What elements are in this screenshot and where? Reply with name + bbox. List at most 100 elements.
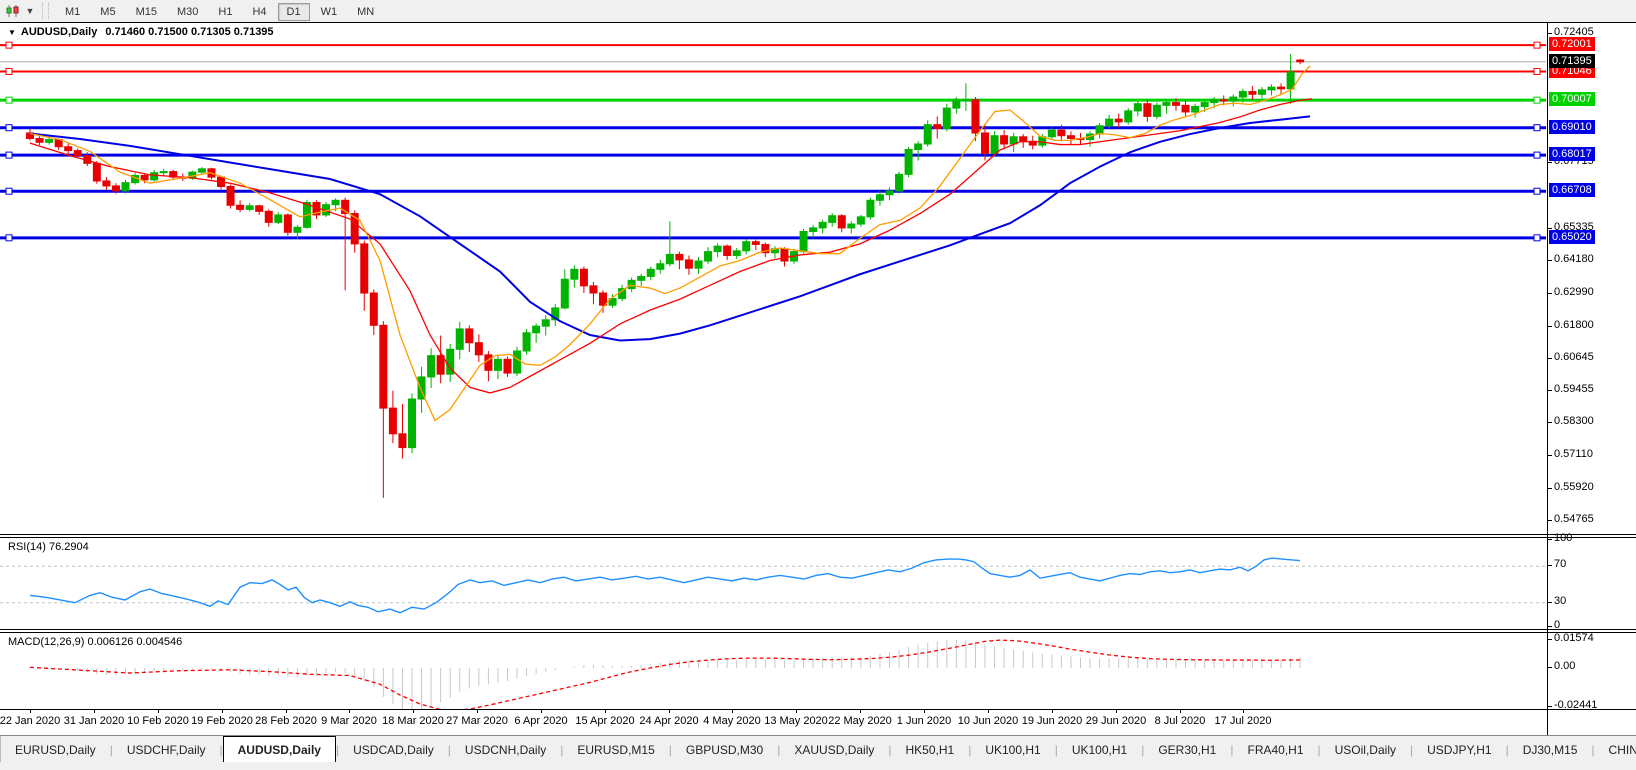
- chart-tab-uk100-h1[interactable]: UK100,H1: [971, 736, 1054, 763]
- candle-body: [1058, 130, 1065, 136]
- date-label: 13 May 2020: [764, 715, 828, 727]
- chart-tab-bar: EURUSD,Daily|USDCHF,Daily|AUDUSD,Daily|U…: [0, 735, 1636, 763]
- candle-body: [1106, 119, 1113, 126]
- candle-body: [533, 326, 540, 333]
- date-axis[interactable]: 22 Jan 202031 Jan 202010 Feb 202019 Feb …: [0, 710, 1636, 735]
- chart-tab-usdcnh-daily[interactable]: USDCNH,Daily: [451, 736, 560, 763]
- mid-ma-line: [30, 99, 1312, 393]
- candle-body: [685, 260, 692, 268]
- chart-tab-usdcad-daily[interactable]: USDCAD,Daily: [339, 736, 448, 763]
- symbol-dropdown-icon[interactable]: ▼: [8, 28, 16, 37]
- chart-tab-audusd-daily[interactable]: AUDUSD,Daily: [223, 736, 336, 763]
- date-tick: [1243, 710, 1244, 713]
- candle-body: [46, 140, 53, 143]
- candle-body: [380, 325, 387, 408]
- candle-body: [246, 206, 253, 210]
- chart-type-dropdown-icon[interactable]: ▼: [24, 6, 36, 16]
- chart-tab-gbpusd-m30[interactable]: GBPUSD,M30: [672, 736, 777, 763]
- timeframe-button-mn[interactable]: MN: [348, 3, 383, 21]
- chart-tab-uk100-h1[interactable]: UK100,H1: [1058, 736, 1141, 763]
- line-handle[interactable]: [1534, 235, 1540, 241]
- candle-body: [590, 286, 597, 293]
- candle-body: [1268, 87, 1275, 90]
- line-handle[interactable]: [1534, 97, 1540, 103]
- candle-body: [1173, 103, 1180, 106]
- candle-body: [1297, 60, 1304, 62]
- candle-body: [542, 320, 549, 326]
- line-handle[interactable]: [6, 97, 12, 103]
- candle-body: [657, 264, 664, 270]
- chart-tab-dj30-m15[interactable]: DJ30,M15: [1509, 736, 1592, 763]
- line-handle[interactable]: [6, 235, 12, 241]
- date-tick: [158, 710, 159, 713]
- line-handle[interactable]: [1534, 42, 1540, 48]
- chart-tab-xauusd-daily[interactable]: XAUUSD,Daily: [780, 736, 888, 763]
- date-tick: [477, 710, 478, 713]
- chart-symbol: AUDUSD,Daily: [21, 26, 97, 38]
- candle-body: [466, 329, 473, 343]
- rsi-chart[interactable]: [0, 538, 1546, 629]
- candle-body: [638, 276, 645, 280]
- timeframe-button-d1[interactable]: D1: [278, 3, 310, 21]
- timeframe-button-h1[interactable]: H1: [209, 3, 241, 21]
- date-tick: [924, 710, 925, 713]
- candle-body: [1258, 90, 1265, 94]
- chart-tab-eurusd-m15[interactable]: EURUSD,M15: [563, 736, 668, 763]
- macd-chart[interactable]: [0, 633, 1546, 709]
- date-tick: [1052, 710, 1053, 713]
- candle-body: [256, 206, 263, 212]
- timeframe-button-h4[interactable]: H4: [243, 3, 275, 21]
- candle-body: [103, 181, 110, 186]
- candle-body: [160, 172, 167, 173]
- chart-tab-china300-h4[interactable]: CHINA300,H4: [1595, 736, 1636, 763]
- candle-body: [600, 293, 607, 305]
- chart-tab-usoil-daily[interactable]: USOil,Daily: [1321, 736, 1410, 763]
- timeframe-button-w1[interactable]: W1: [312, 3, 347, 21]
- line-handle[interactable]: [1534, 152, 1540, 158]
- timeframe-buttons: M1M5M15M30H1H4D1W1MN: [55, 2, 384, 21]
- chart-tab-eurusd-daily[interactable]: EURUSD,Daily: [1, 736, 110, 763]
- line-handle[interactable]: [1534, 188, 1540, 194]
- price-chart-pane[interactable]: ▼AUDUSD,Daily0.71460 0.71500 0.71305 0.7…: [0, 22, 1636, 535]
- candle-body: [953, 100, 960, 108]
- line-handle[interactable]: [6, 69, 12, 75]
- candle-body: [265, 211, 272, 222]
- chart-tab-usdchf-daily[interactable]: USDCHF,Daily: [113, 736, 220, 763]
- line-handle[interactable]: [6, 188, 12, 194]
- chart-type-icon[interactable]: [2, 2, 24, 20]
- date-label: 1 Jun 2020: [897, 715, 951, 727]
- candle-body: [1020, 137, 1027, 141]
- macd-pane[interactable]: MACD(12,26,9) 0.006126 0.004546: [0, 632, 1636, 710]
- candle-body: [867, 200, 874, 217]
- timeframe-button-m15[interactable]: M15: [127, 3, 166, 21]
- toolbar-grip[interactable]: [42, 3, 49, 19]
- chart-tab-hk50-h1[interactable]: HK50,H1: [892, 736, 969, 763]
- rsi-pane[interactable]: RSI(14) 76.2904: [0, 537, 1636, 630]
- date-label: 19 Jun 2020: [1022, 715, 1083, 727]
- candle-body: [112, 186, 119, 191]
- candle-body: [695, 261, 702, 268]
- line-handle[interactable]: [6, 42, 12, 48]
- candle-body: [494, 359, 501, 370]
- candle-body: [838, 216, 845, 228]
- candle-body: [284, 215, 291, 232]
- macd-signal-line: [30, 640, 1302, 709]
- line-handle[interactable]: [1534, 125, 1540, 131]
- line-handle[interactable]: [6, 152, 12, 158]
- chart-tab-fra40-h1[interactable]: FRA40,H1: [1233, 736, 1317, 763]
- timeframe-button-m1[interactable]: M1: [56, 3, 89, 21]
- candle-body: [934, 125, 941, 129]
- candlestick-chart[interactable]: [0, 23, 1546, 534]
- chart-tab-usdjpy-h1[interactable]: USDJPY,H1: [1413, 736, 1505, 763]
- chart-tab-ger30-h1[interactable]: GER30,H1: [1144, 736, 1230, 763]
- candle-body: [876, 195, 883, 201]
- timeframe-button-m30[interactable]: M30: [168, 3, 207, 21]
- timeframe-button-m5[interactable]: M5: [91, 3, 124, 21]
- candle-body: [1220, 100, 1227, 101]
- line-handle[interactable]: [1534, 69, 1540, 75]
- line-handle[interactable]: [6, 125, 12, 131]
- candle-body: [475, 343, 482, 355]
- date-tick: [1180, 710, 1181, 713]
- candle-body: [275, 215, 282, 222]
- candle-body: [905, 150, 912, 175]
